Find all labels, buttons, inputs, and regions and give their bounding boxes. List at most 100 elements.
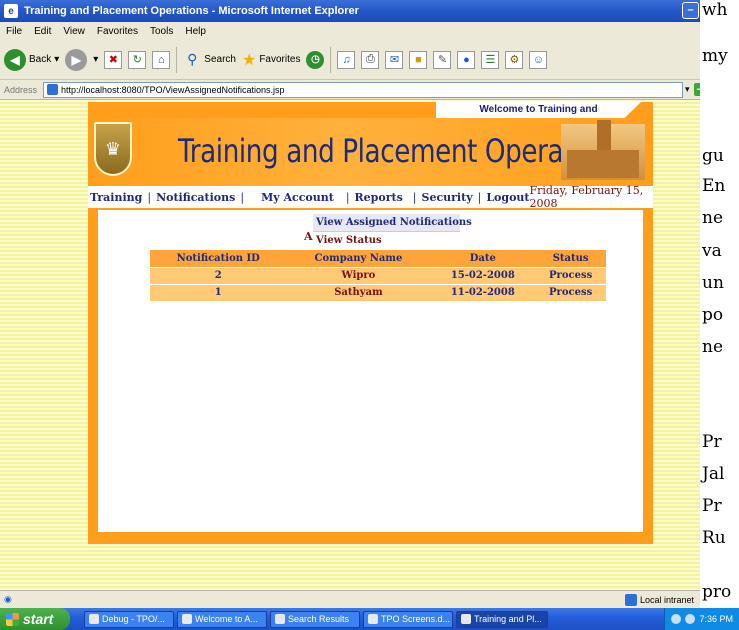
back-button[interactable]: ◀ Back ▾ — [4, 48, 59, 71]
column-header: Company Name — [286, 250, 431, 267]
windows-taskbar: start Debug - TPO/... Welcome to A... Se… — [0, 608, 739, 630]
toolbar-divider — [176, 46, 178, 73]
ie-toolbar: ◀ Back ▾ ▶ ▾ ✖ ↻ ⌂ ⚲ Search ★ Favorites … — [0, 40, 700, 80]
users-icon[interactable]: ☺ — [529, 50, 548, 69]
nav-separator: | — [345, 190, 350, 204]
messenger-icon[interactable]: ● — [457, 50, 476, 69]
forward-arrow-icon[interactable]: ▶ — [65, 48, 88, 71]
doc-text-fragment: un — [702, 273, 724, 293]
tray-icon[interactable] — [671, 614, 682, 624]
address-input[interactable]: http://localhost:8080/TPO/ViewAssignedNo… — [43, 81, 684, 98]
back-label: Back — [29, 54, 52, 65]
doc-text-fragment: ne — [702, 208, 724, 228]
doc-text-fragment: pro — [702, 582, 732, 602]
doc-text-fragment: Ru — [702, 528, 726, 548]
welcome-banner: Welcome to Training and — [436, 102, 641, 118]
start-button[interactable]: start — [0, 608, 70, 630]
mail-icon[interactable]: ✉ — [385, 50, 404, 69]
favorites-button[interactable]: ★ Favorites — [242, 50, 300, 70]
forward-dropdown-icon[interactable]: ▾ — [93, 54, 98, 65]
table-row: 1 Sathyam 11-02-2008 Process — [150, 283, 606, 301]
nav-logout[interactable]: Logout — [486, 191, 529, 204]
back-arrow-icon: ◀ — [4, 48, 26, 71]
home-icon[interactable]: ⌂ — [152, 50, 171, 69]
app-icon — [89, 614, 99, 624]
refresh-icon[interactable]: ↻ — [128, 50, 147, 69]
stop-icon[interactable]: ✖ — [104, 50, 123, 69]
taskbar-item-training-placement[interactable]: Training and Pl... — [456, 610, 548, 628]
taskbar-item-tpo-screens[interactable]: TPO Screens.d... — [363, 610, 453, 628]
app-icon — [368, 614, 378, 624]
task-label: Welcome to A... — [195, 614, 258, 624]
favorites-label: Favorites — [259, 54, 301, 65]
date-cell: 15-02-2008 — [430, 266, 536, 284]
doc-text-fragment: Jal — [702, 464, 725, 484]
doc-text-fragment: po — [702, 305, 724, 325]
doc-text-fragment: wh — [702, 0, 728, 20]
page-viewport[interactable]: Welcome to Training and ♛ Training and P… — [0, 100, 700, 590]
toolbar-divider — [330, 46, 332, 73]
university-crest-icon: ♛ — [94, 122, 132, 176]
edit-page-icon[interactable]: ✎ — [433, 50, 452, 69]
nav-reports[interactable]: Reports — [355, 191, 403, 204]
media-icon[interactable]: ♫ — [337, 50, 356, 69]
menu-tools[interactable]: Tools — [150, 26, 173, 37]
print-icon[interactable]: ⎙ — [361, 50, 380, 69]
menu-edit[interactable]: Edit — [34, 26, 51, 37]
doc-text-fragment: ne — [702, 337, 724, 357]
address-url: http://localhost:8080/TPO/ViewAssignedNo… — [61, 84, 285, 95]
nav-training[interactable]: Training — [90, 191, 142, 204]
back-dropdown-icon[interactable]: ▾ — [54, 54, 59, 65]
status-cell: Process — [535, 266, 606, 284]
doc-text-fragment: my — [702, 46, 728, 66]
zone-label: Local intranet — [640, 595, 695, 605]
nav-separator: | — [240, 190, 245, 204]
address-dropdown-icon[interactable]: ▾ — [685, 84, 690, 95]
tray-icon[interactable] — [685, 614, 696, 624]
menu-item-view-assigned-notifications[interactable]: View Assigned Notifications — [313, 214, 472, 232]
menu-favorites[interactable]: Favorites — [97, 26, 138, 37]
doc-text-fragment: gu — [702, 146, 724, 166]
history-icon[interactable]: ◷ — [306, 50, 325, 69]
task-label: Debug - TPO/... — [102, 614, 165, 624]
nav-notifications[interactable]: Notifications — [156, 191, 235, 204]
minimize-button[interactable]: – — [682, 2, 699, 19]
nav-security[interactable]: Security — [422, 191, 473, 204]
clock: 7:36 PM — [699, 614, 733, 624]
nav-my-account[interactable]: My Account — [261, 191, 334, 204]
search-button[interactable]: ⚲ Search — [183, 51, 236, 69]
site-header: ♛ Training and Placement Operations — [88, 118, 653, 186]
column-header: Status — [535, 250, 606, 267]
app-icon — [461, 614, 471, 624]
menu-view[interactable]: View — [63, 26, 85, 37]
search-icon: ⚲ — [187, 51, 198, 67]
taskbar-item-debug[interactable]: Debug - TPO/... — [84, 610, 174, 628]
building-image — [561, 120, 645, 180]
date-cell: 11-02-2008 — [430, 283, 536, 301]
doc-text-fragment: En — [702, 176, 726, 196]
window-titlebar[interactable]: e Training and Placement Operations - Mi… — [0, 0, 702, 22]
menu-help[interactable]: Help — [185, 26, 206, 37]
tools-icon[interactable]: ⚙ — [505, 50, 524, 69]
column-header: Notification ID — [150, 250, 287, 267]
site-title: Training and Placement Operations — [178, 132, 626, 170]
research-icon[interactable]: ☰ — [481, 50, 500, 69]
security-zone: Local intranet — [625, 592, 694, 608]
main-nav: Training | Notifications | My Account | … — [88, 184, 653, 210]
start-label: start — [23, 611, 54, 627]
taskbar-item-search-results[interactable]: Search Results — [270, 610, 360, 628]
content-panel: A Notification ID Company Name Date Stat… — [98, 210, 643, 532]
menu-item-view-status[interactable]: View Status — [313, 232, 460, 250]
search-label: Search — [204, 54, 236, 65]
company-name-cell: Wipro — [286, 266, 431, 284]
system-tray: 7:36 PM — [664, 608, 739, 630]
folder-icon[interactable]: ■ — [409, 50, 428, 69]
menu-file[interactable]: File — [6, 26, 22, 37]
app-icon — [182, 614, 192, 624]
window-title: Training and Placement Operations - Micr… — [24, 5, 359, 17]
doc-text-fragment: Pr — [702, 432, 722, 452]
taskbar-item-welcome[interactable]: Welcome to A... — [177, 610, 267, 628]
table-row: 2 Wipro 15-02-2008 Process — [150, 266, 606, 284]
notifications-table: Notification ID Company Name Date Status… — [150, 250, 606, 301]
table-header-row: Notification ID Company Name Date Status — [150, 250, 606, 267]
